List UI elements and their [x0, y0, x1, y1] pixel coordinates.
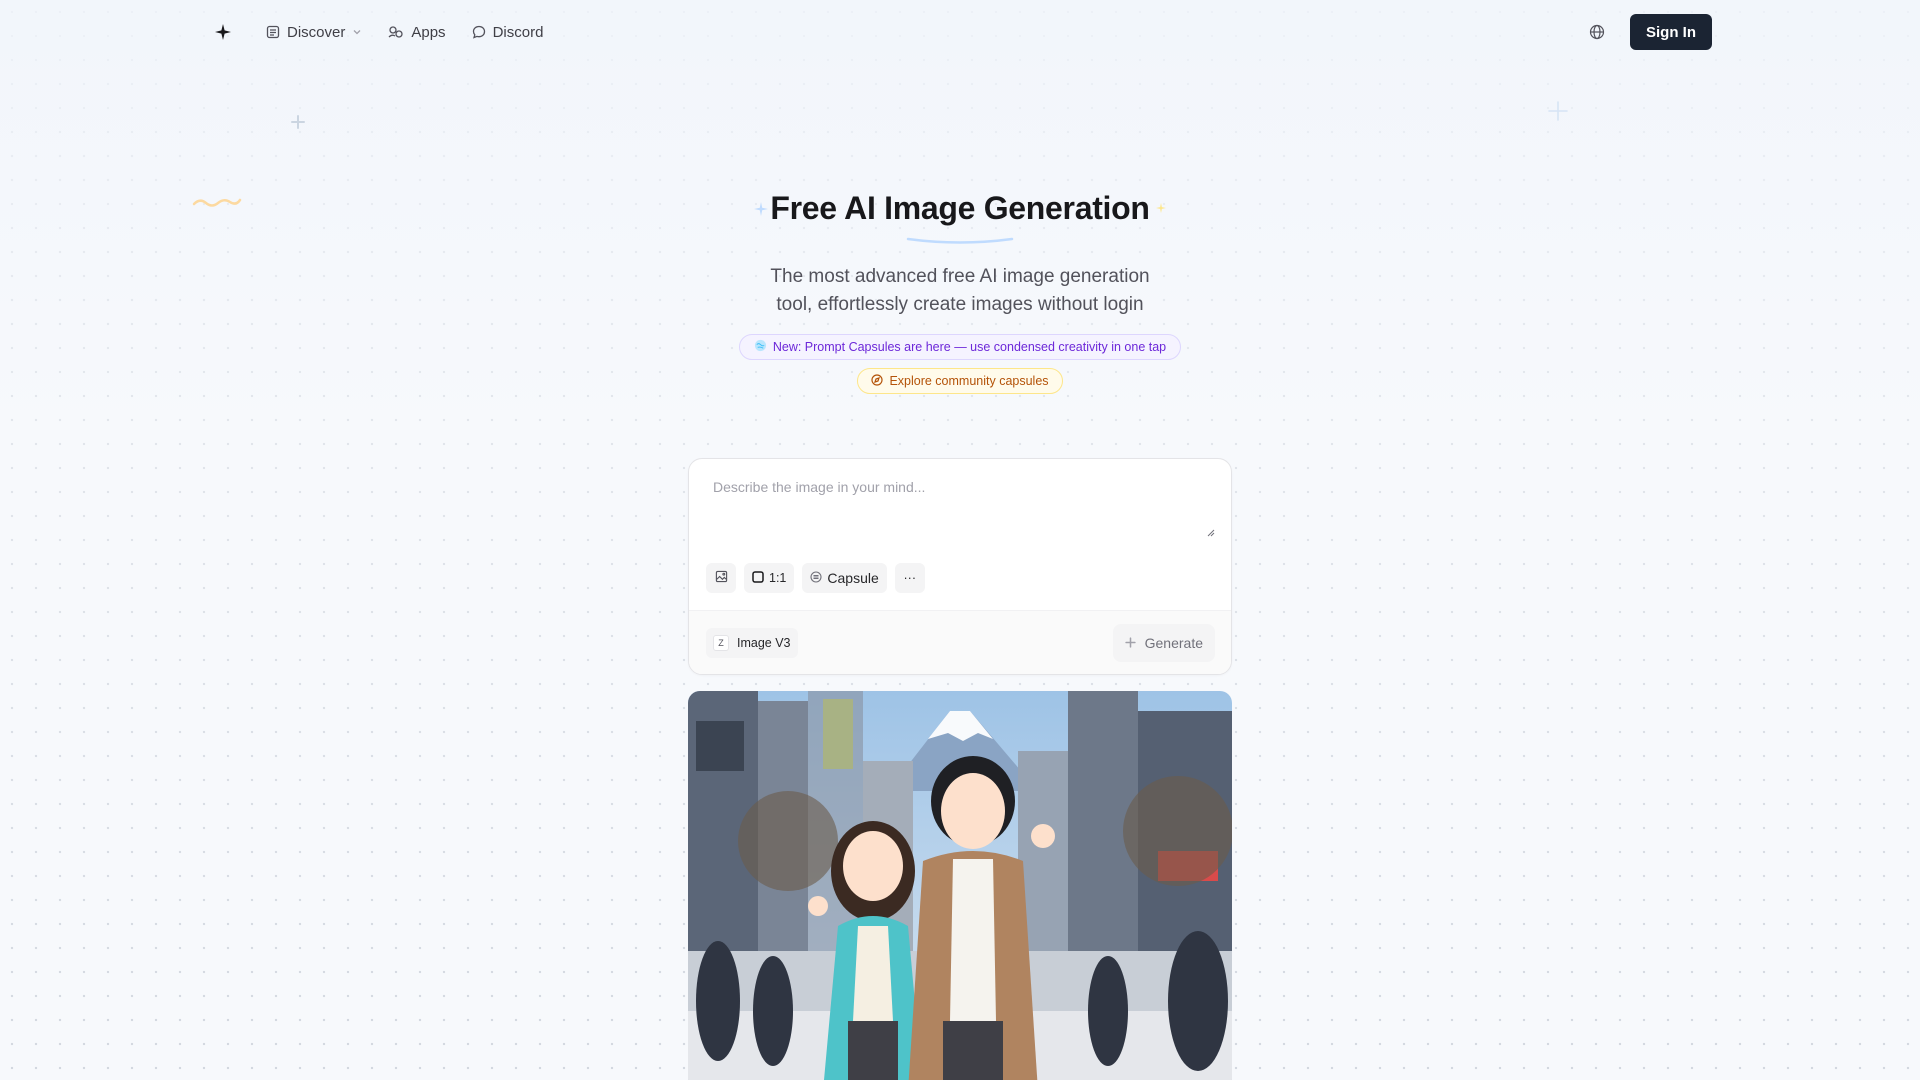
- announcement-new-label: New: Prompt Capsules are here — use cond…: [772, 340, 1167, 354]
- title-underline-decor: [906, 237, 1014, 244]
- sparkle-logo-icon[interactable]: [210, 19, 236, 45]
- top-navbar: Discover Apps Discord Sign In: [210, 14, 1712, 50]
- discord-chat-icon: [472, 25, 486, 39]
- explore-capsules-label: Explore community capsules: [889, 374, 1049, 388]
- generate-button[interactable]: Generate: [1112, 624, 1215, 662]
- image-upload-icon: [715, 570, 728, 586]
- chevron-down-icon: [352, 27, 362, 37]
- apps-icon: [388, 25, 404, 39]
- nav-discover[interactable]: Discover: [266, 24, 362, 41]
- showcase-image: [688, 691, 1232, 1080]
- capsule-label: Capsule: [827, 570, 879, 586]
- prompt-input[interactable]: [705, 473, 1215, 539]
- page-title: Free AI Image Generation: [770, 190, 1150, 226]
- decor-plus-icon: [291, 115, 305, 129]
- model-selector[interactable]: Z Image V3: [706, 628, 798, 658]
- compass-icon: [871, 373, 884, 389]
- model-logo-icon: Z: [713, 635, 729, 651]
- page-subtitle: The most advanced free AI image generati…: [770, 266, 1150, 315]
- nav-left: Discover Apps Discord: [210, 19, 543, 45]
- resize-handle-icon[interactable]: [1207, 529, 1215, 537]
- more-options-button[interactable]: ···: [894, 563, 925, 593]
- nav-discover-label: Discover: [287, 23, 346, 41]
- more-icon: ···: [903, 571, 917, 585]
- capsule-button[interactable]: Capsule: [802, 563, 887, 593]
- image-upload-button[interactable]: [706, 563, 736, 593]
- prompt-card-footer: Z Image V3 Generate: [689, 610, 1231, 674]
- generate-label: Generate: [1144, 635, 1203, 651]
- nav-right: Sign In: [1584, 14, 1712, 50]
- announcement-new-pill[interactable]: New: Prompt Capsules are here — use cond…: [739, 334, 1181, 360]
- plus-icon: [1124, 635, 1136, 651]
- decor-plus-icon: [1548, 101, 1568, 121]
- nav-discord[interactable]: Discord: [472, 23, 544, 41]
- sign-in-button[interactable]: Sign In: [1630, 14, 1712, 50]
- capsule-icon: [810, 570, 822, 586]
- discover-icon: [266, 25, 280, 39]
- model-name: Image V3: [737, 636, 791, 650]
- aspect-square-icon: [752, 570, 764, 586]
- aspect-ratio-button[interactable]: 1:1: [744, 563, 795, 593]
- capsule-globe-icon: [754, 339, 767, 355]
- nav-discord-label: Discord: [492, 23, 544, 41]
- aspect-ratio-label: 1:1: [769, 571, 787, 585]
- showcase-illustration: [688, 691, 1232, 1080]
- globe-icon[interactable]: [1584, 19, 1610, 45]
- nav-apps[interactable]: Apps: [388, 23, 446, 41]
- explore-capsules-pill[interactable]: Explore community capsules: [857, 368, 1063, 394]
- nav-apps-label: Apps: [411, 23, 446, 41]
- prompt-card: 1:1 Capsule ··· Z Image V3 Generate: [688, 458, 1232, 675]
- prompt-toolbar: 1:1 Capsule ···: [706, 563, 925, 593]
